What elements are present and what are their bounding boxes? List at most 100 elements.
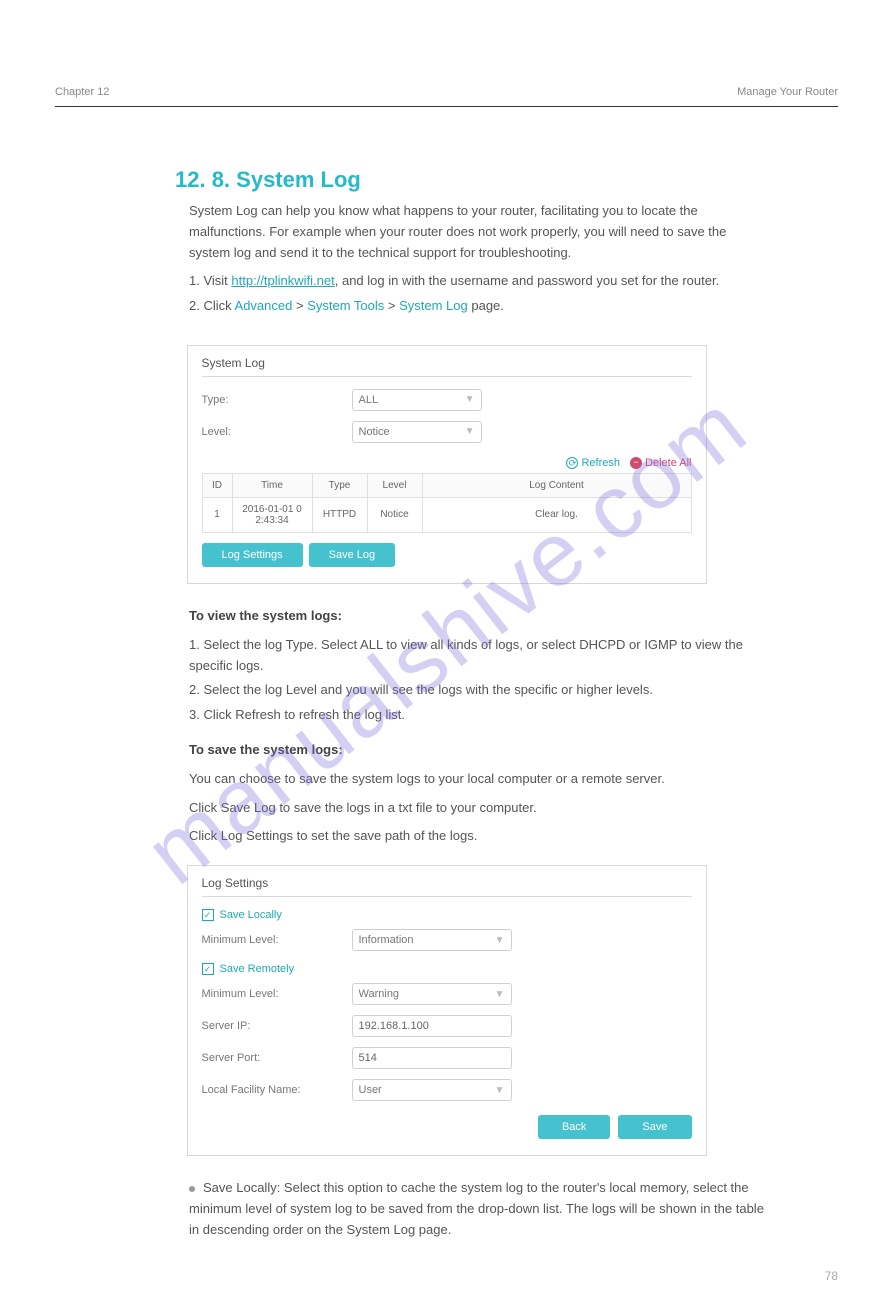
to-view-step1: 1. Select the log Type. Select ALL to vi… — [189, 635, 770, 677]
system-log-panel: System Log Type: ALL ▼ Level: Notice ▼ ⟳… — [187, 345, 707, 584]
step2-text: Click — [203, 298, 234, 313]
refresh-label: Refresh — [581, 457, 620, 469]
server-ip-row: Server IP: 192.168.1.100 — [202, 1015, 692, 1037]
server-port-value: 514 — [359, 1052, 377, 1064]
min-level-local-row: Minimum Level: Information ▼ — [202, 929, 692, 951]
server-ip-value: 192.168.1.100 — [359, 1020, 429, 1032]
min-level2-select[interactable]: Warning ▼ — [352, 983, 512, 1005]
to-save-settings: Click Log Settings to set the save path … — [189, 826, 770, 847]
th-type: Type — [312, 473, 367, 497]
cell-time: 2016-01-01 0 2:43:34 — [232, 497, 312, 532]
refresh-icon: ⟳ — [566, 457, 578, 469]
table-header-row: ID Time Type Level Log Content — [202, 473, 691, 497]
server-port-input[interactable]: 514 — [352, 1047, 512, 1069]
step2-advanced: Advanced — [235, 298, 293, 313]
step2-mid: > — [292, 298, 307, 313]
panel2-title: Log Settings — [202, 876, 692, 897]
back-button[interactable]: Back — [538, 1115, 610, 1139]
min-level-remote-row: Minimum Level: Warning ▼ — [202, 983, 692, 1005]
th-id: ID — [202, 473, 232, 497]
to-view-step3: 3. Click Refresh to refresh the log list… — [189, 705, 770, 726]
delete-icon: − — [630, 457, 642, 469]
server-port-label: Server Port: — [202, 1052, 352, 1064]
step2-suffix: page. — [468, 298, 504, 313]
level-row: Level: Notice ▼ — [202, 421, 692, 443]
cell-id: 1 — [202, 497, 232, 532]
step2-prefix: 2. — [189, 298, 203, 313]
section-heading: 12. 8. System Log — [175, 167, 838, 193]
th-content: Log Content — [422, 473, 691, 497]
level-value: Notice — [359, 426, 390, 438]
panel2-buttons: Back Save — [202, 1115, 692, 1139]
chevron-down-icon: ▼ — [495, 935, 505, 946]
panel1-title: System Log — [202, 356, 692, 377]
server-ip-label: Server IP: — [202, 1020, 352, 1032]
checkbox-checked-icon: ✓ — [202, 909, 214, 921]
min-level2-label: Minimum Level: — [202, 988, 352, 1000]
facility-label: Local Facility Name: — [202, 1084, 352, 1096]
level-label: Level: — [202, 426, 352, 438]
server-ip-input[interactable]: 192.168.1.100 — [352, 1015, 512, 1037]
delete-all-button[interactable]: − Delete All — [630, 457, 691, 469]
min-level1-label: Minimum Level: — [202, 934, 352, 946]
panel1-buttons: Log Settings Save Log — [202, 543, 692, 567]
save-log-button[interactable]: Save Log — [309, 543, 395, 567]
chevron-down-icon: ▼ — [495, 989, 505, 1000]
header-rule — [55, 106, 838, 107]
type-value: ALL — [359, 394, 379, 406]
table-row: 1 2016-01-01 0 2:43:34 HTTPD Notice Clea… — [202, 497, 691, 532]
th-level: Level — [367, 473, 422, 497]
cell-type: HTTPD — [312, 497, 367, 532]
step2-systools: System Tools — [307, 298, 384, 313]
level-select[interactable]: Notice ▼ — [352, 421, 482, 443]
chapter-right: Manage Your Router — [737, 86, 838, 98]
save-remotely-checkbox[interactable]: ✓ Save Remotely — [202, 963, 692, 975]
log-settings-panel: Log Settings ✓ Save Locally Minimum Leve… — [187, 865, 707, 1156]
facility-row: Local Facility Name: User ▼ — [202, 1079, 692, 1101]
bullet-save-locally: Save Locally: Select this option to cach… — [189, 1178, 770, 1240]
min-level1-select[interactable]: Information ▼ — [352, 929, 512, 951]
step2-syslog: System Log — [399, 298, 468, 313]
page-number: 78 — [825, 1269, 838, 1283]
delete-all-label: Delete All — [645, 457, 691, 469]
save-remotely-label: Save Remotely — [220, 963, 295, 975]
cell-content: Clear log. — [422, 497, 691, 532]
chapter-left: Chapter 12 — [55, 86, 109, 98]
step1-suffix: , and log in with the username and passw… — [335, 273, 719, 288]
to-view-step2: 2. Select the log Level and you will see… — [189, 680, 770, 701]
to-save-heading: To save the system logs: — [189, 740, 770, 761]
facility-select[interactable]: User ▼ — [352, 1079, 512, 1101]
save-locally-checkbox[interactable]: ✓ Save Locally — [202, 909, 692, 921]
step2-mid2: > — [384, 298, 399, 313]
log-table: ID Time Type Level Log Content 1 2016-01… — [202, 473, 692, 533]
save-locally-label: Save Locally — [220, 909, 282, 921]
cell-level: Notice — [367, 497, 422, 532]
min-level1-value: Information — [359, 934, 414, 946]
chevron-down-icon: ▼ — [495, 1085, 505, 1096]
step1-prefix: 1. — [189, 273, 203, 288]
to-view-heading: To view the system logs: — [189, 606, 770, 627]
tplink-link[interactable]: http://tplinkwifi.net — [231, 273, 334, 288]
log-settings-button[interactable]: Log Settings — [202, 543, 303, 567]
step-2: 2. Click Advanced > System Tools > Syste… — [189, 296, 770, 317]
bullet-icon — [189, 1186, 195, 1192]
chevron-down-icon: ▼ — [465, 394, 475, 405]
to-save-intro: You can choose to save the system logs t… — [189, 769, 770, 790]
save-button[interactable]: Save — [618, 1115, 691, 1139]
type-select[interactable]: ALL ▼ — [352, 389, 482, 411]
step-1: 1. Visit http://tplinkwifi.net, and log … — [189, 271, 770, 292]
to-save-instr: Click Save Log to save the logs in a txt… — [189, 798, 770, 819]
th-time: Time — [232, 473, 312, 497]
server-port-row: Server Port: 514 — [202, 1047, 692, 1069]
step1-text: Visit — [203, 273, 231, 288]
intro-paragraph: System Log can help you know what happen… — [189, 201, 770, 263]
refresh-bar: ⟳ Refresh − Delete All — [202, 457, 692, 469]
min-level2-value: Warning — [359, 988, 400, 1000]
refresh-button[interactable]: ⟳ Refresh — [566, 457, 620, 469]
type-label: Type: — [202, 394, 352, 406]
bullet1-text: Save Locally: Select this option to cach… — [189, 1180, 764, 1237]
checkbox-checked-icon: ✓ — [202, 963, 214, 975]
facility-value: User — [359, 1084, 382, 1096]
chevron-down-icon: ▼ — [465, 426, 475, 437]
type-row: Type: ALL ▼ — [202, 389, 692, 411]
